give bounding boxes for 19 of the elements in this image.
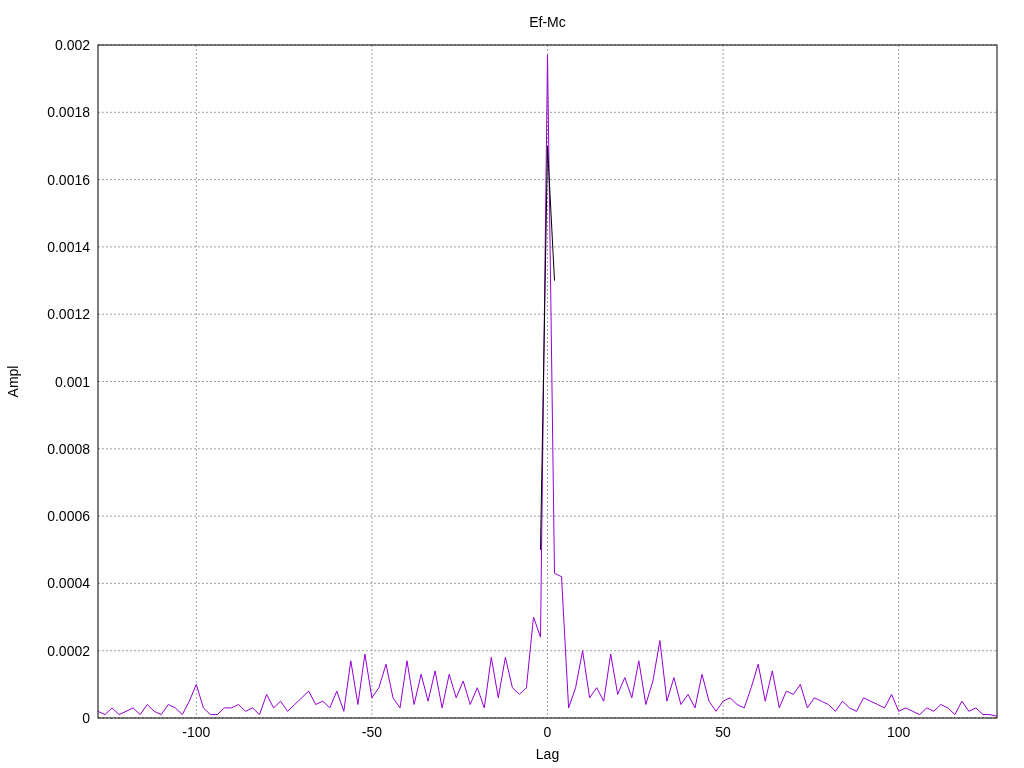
y-tick-label: 0.0008	[47, 440, 90, 457]
y-tick-label: 0.0006	[47, 508, 90, 525]
x-tick-label: 100	[887, 724, 911, 740]
y-tick-label: 0.0004	[47, 575, 90, 592]
y-tick-label: 0.0018	[47, 104, 90, 121]
y-tick-label: 0.0014	[47, 238, 90, 255]
x-tick-label: -50	[361, 724, 383, 740]
y-tick-label: 0	[82, 710, 90, 726]
x-tick-label: 0	[543, 724, 552, 740]
y-tick-label: 0.002	[54, 37, 90, 53]
y-tick-label: 0.001	[54, 373, 90, 390]
x-axis-label: Lag	[535, 746, 560, 762]
y-axis-label: Ampl	[5, 365, 21, 398]
x-tick-label: 50	[715, 724, 731, 740]
x-tick-label: -100	[182, 724, 211, 740]
chart-title: Ef-Mc	[529, 14, 566, 30]
y-tick-label: 0.0016	[47, 171, 90, 188]
y-tick-label: 0.0002	[47, 642, 90, 659]
y-tick-label: 0.0012	[47, 306, 90, 323]
